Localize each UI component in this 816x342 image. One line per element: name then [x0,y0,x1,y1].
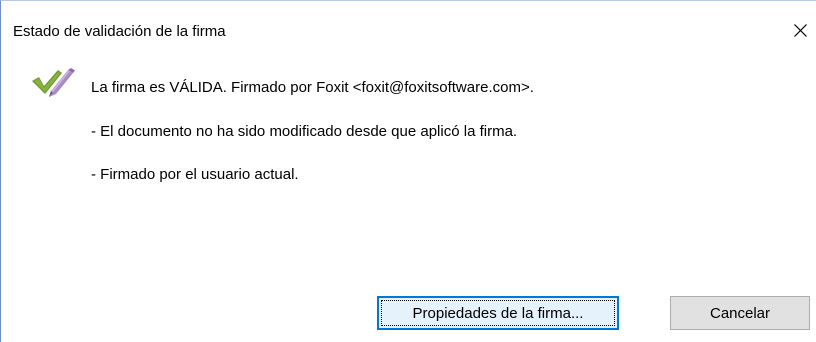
signature-valid-icon [31,67,77,99]
close-button[interactable] [783,15,816,47]
dialog-title: Estado de validación de la firma [13,23,226,40]
signature-status-text: La firma es VÁLIDA. Firmado por Foxit <f… [91,79,534,96]
signature-validation-dialog: Estado de validación de la firma La firm… [0,0,816,342]
signed-by-current-user-text: - Firmado por el usuario actual. [91,166,299,183]
signature-properties-button[interactable]: Propiedades de la firma... [377,296,619,330]
document-unmodified-text: - El documento no ha sido modificado des… [91,123,518,140]
signature-properties-label: Propiedades de la firma... [412,304,584,322]
cancel-button[interactable]: Cancelar [670,296,810,330]
close-icon [794,24,807,37]
dialog-titlebar: Estado de validación de la firma [1,1,816,41]
cancel-label: Cancelar [709,304,771,322]
